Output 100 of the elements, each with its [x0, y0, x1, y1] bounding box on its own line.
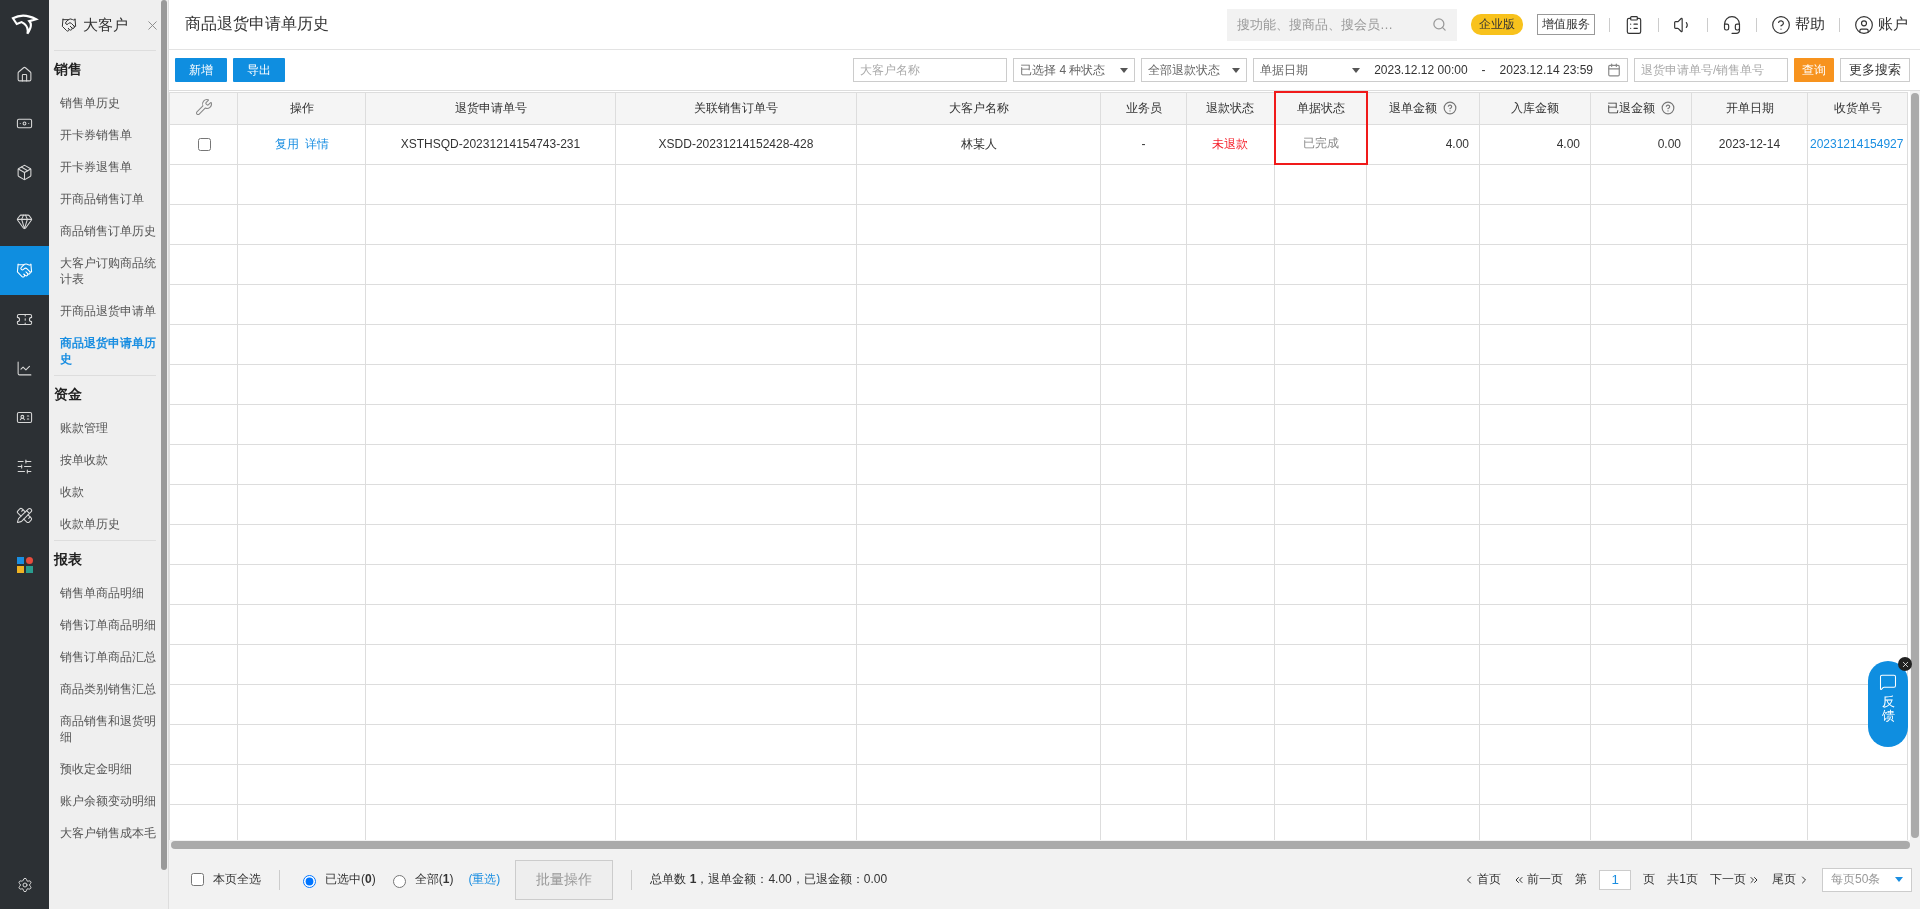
tools-icon[interactable] [194, 97, 213, 116]
close-icon[interactable] [1898, 657, 1912, 671]
column-header: 大客户名称 [856, 92, 1101, 124]
menu-item[interactable]: 开商品销售订单 [54, 183, 156, 215]
nav-icon [16, 507, 33, 524]
section-title: 销售 [54, 50, 156, 87]
summary-text: 总单数 1，退单金额：4.00，已退金额：0.00 [650, 871, 888, 888]
menu-item[interactable]: 销售单历史 [54, 87, 156, 119]
date-range-field[interactable]: 单据日期 2023.12.12 00:00 - 2023.12.14 23:59 [1253, 58, 1628, 82]
column-header: 收货单号 [1807, 92, 1908, 124]
menu-item[interactable]: 账款管理 [54, 412, 156, 444]
column-header: 业务员 [1100, 92, 1187, 124]
menu-item[interactable]: 收款 [54, 476, 156, 508]
nav-icon [16, 66, 33, 83]
menu-item[interactable]: 销售单商品明细 [54, 577, 156, 609]
next-page-link[interactable]: 下一页 [1710, 871, 1746, 888]
menu-item[interactable]: 商品销售和退货明细 [54, 705, 156, 753]
order-number-field[interactable]: 退货申请单号/销售单号 [1634, 58, 1788, 82]
table-cell: XSTHSQD-20231214154743-231 [400, 137, 581, 151]
column-header: 已退金额 [1590, 92, 1692, 124]
table-cell: 林某人 [960, 136, 997, 151]
menu-item[interactable]: 商品销售订单历史 [54, 215, 156, 247]
column-header: 退货申请单号 [365, 92, 616, 124]
nav-icon [16, 409, 33, 426]
menu-item[interactable]: 收款单历史 [54, 508, 156, 540]
row-checkbox[interactable] [197, 137, 211, 151]
customer-field[interactable]: 大客户名称 [853, 58, 1008, 82]
table-cell: - [1141, 137, 1146, 151]
calendar-icon [1607, 63, 1621, 77]
radio-label[interactable]: 全部(1) [414, 871, 454, 888]
table-cell: 0.00 [1657, 137, 1681, 151]
search-icon [1432, 17, 1447, 32]
page-title: 商品退货申请单历史 [185, 14, 330, 34]
first-page-link[interactable]: 首页 [1477, 871, 1502, 888]
menu-item[interactable]: 开卡券销售单 [54, 119, 156, 151]
menu-item[interactable]: 预收定金明细 [54, 753, 156, 785]
checkbox-label[interactable]: 本页全选 [213, 871, 261, 888]
table-cell: 4.00 [1445, 137, 1469, 151]
section-title: 报表 [54, 540, 156, 577]
column-header: 单据状态 [1274, 92, 1367, 124]
nav-icon [16, 458, 33, 475]
table-cell: XSDD-20231214152428-428 [658, 137, 814, 151]
menu-item[interactable]: 销售订单商品明细 [54, 609, 156, 641]
scrollbar[interactable] [169, 840, 1920, 850]
nav-icon [16, 213, 33, 230]
menu-item[interactable]: 销售订单商品汇总 [54, 641, 156, 673]
edition-badge: 企业版 [1471, 14, 1523, 35]
page-prefix: 第 [1575, 871, 1588, 888]
settings-icon [16, 876, 33, 893]
service-link[interactable]: 增值服务 [1537, 14, 1595, 35]
column-header: 退单金额 [1366, 92, 1480, 124]
menu-item[interactable]: 开商品退货申请单 [54, 295, 156, 327]
user-icon[interactable] [1854, 14, 1874, 35]
handshake-icon [61, 17, 77, 33]
column-header: 关联销售订单号 [615, 92, 857, 124]
column-header: 开单日期 [1691, 92, 1808, 124]
column-header: 入库金额 [1479, 92, 1591, 124]
action-link[interactable]: 详情 [304, 136, 329, 151]
radio-label[interactable]: 已选中(0) [325, 871, 376, 888]
menu-item[interactable]: 商品类别销售汇总 [54, 673, 156, 705]
last-page-link[interactable]: 尾页 [1772, 871, 1796, 888]
column-header: 操作 [237, 92, 366, 124]
table-cell: 2023-12-14 [1718, 137, 1781, 151]
panel-title: 大客户 [83, 15, 129, 35]
select-page-checkbox[interactable] [191, 873, 204, 886]
account-link[interactable]: 账户 [1878, 15, 1908, 34]
column-header: 退款状态 [1186, 92, 1275, 124]
headset-icon[interactable] [1722, 14, 1742, 35]
scrollbar[interactable] [161, 0, 167, 870]
prev-page-link[interactable]: 前一页 [1527, 871, 1564, 888]
menu-item[interactable]: 账户余额变动明细 [54, 785, 156, 817]
nav-icon [16, 311, 33, 328]
apps-icon [16, 556, 33, 573]
table-cell: 已完成 [1302, 136, 1339, 151]
refund-select[interactable]: 全部退款状态 [1141, 58, 1248, 82]
help-icon[interactable] [1771, 14, 1791, 35]
scope-radio[interactable] [303, 874, 316, 888]
page-field[interactable]: 1 [1599, 869, 1632, 890]
menu-item[interactable]: 大客户订购商品统计表 [54, 247, 156, 295]
toolbar-button[interactable]: 导出 [233, 58, 285, 82]
menu-item[interactable]: 大客户销售成本毛 [54, 817, 156, 849]
status-select[interactable]: 已选择 4 种状态 [1013, 58, 1136, 82]
menu-item[interactable]: 开卡券退售单 [54, 151, 156, 183]
toolbar-button[interactable]: 新增 [175, 58, 227, 82]
section-title: 资金 [54, 375, 156, 412]
table-cell: 4.00 [1556, 137, 1580, 151]
action-link[interactable]: 复用 [274, 136, 299, 151]
table-cell: 未退款 [1212, 136, 1249, 151]
page-total: 共1页 [1667, 871, 1698, 888]
nav-icon [16, 262, 33, 279]
clipboard-icon[interactable] [1624, 14, 1644, 35]
page-suffix: 页 [1643, 871, 1656, 888]
help-link[interactable]: 帮助 [1795, 15, 1825, 34]
scope-radio[interactable] [392, 874, 406, 888]
scrollbar[interactable] [1910, 91, 1920, 840]
nav-icon [16, 164, 33, 181]
nav-icon [16, 360, 33, 377]
more-search-button[interactable]: 更多搜索 [1840, 58, 1910, 82]
message-icon [1879, 673, 1897, 691]
menu-item[interactable]: 按单收款 [54, 444, 156, 476]
